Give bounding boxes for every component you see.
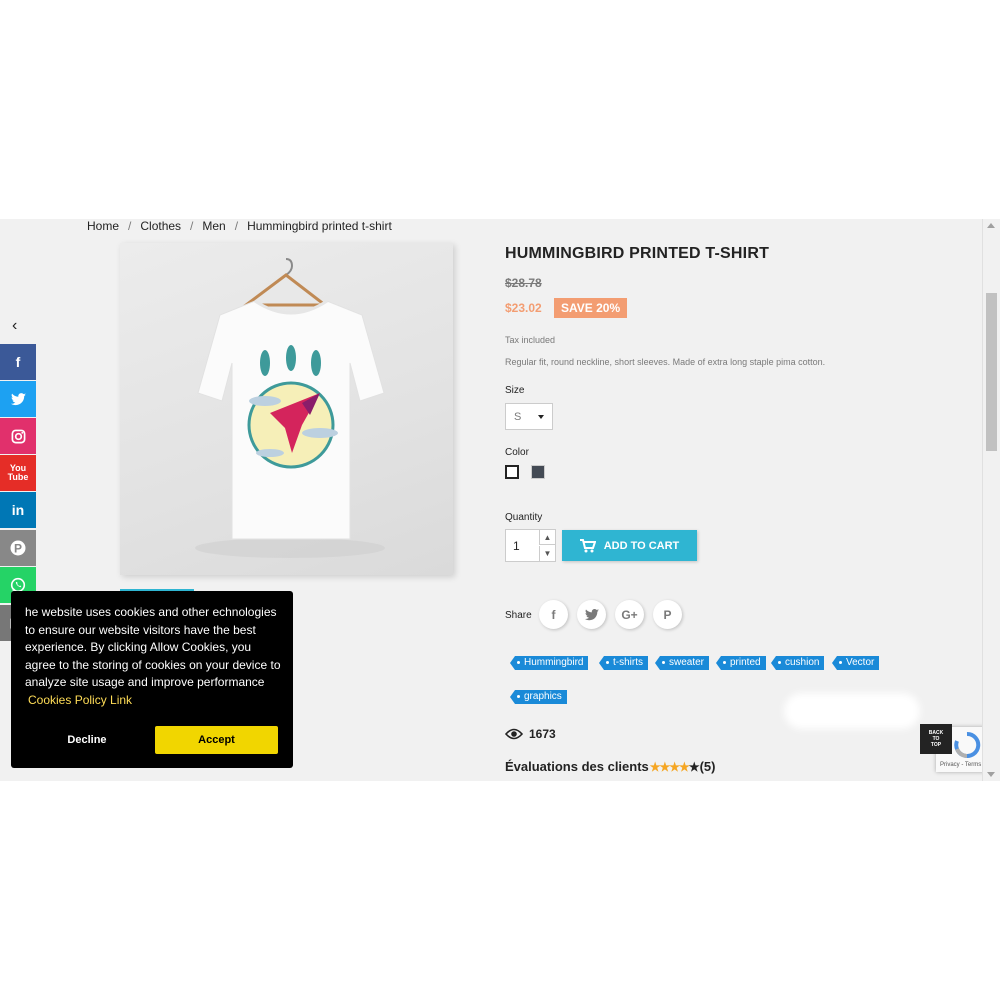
svg-text:P: P bbox=[14, 542, 22, 556]
tag-printed[interactable]: printed bbox=[716, 656, 766, 670]
eye-icon bbox=[505, 728, 523, 740]
tag-vector[interactable]: Vector bbox=[831, 656, 880, 670]
back-to-top-line-3: TOP bbox=[930, 742, 942, 748]
tag-hummingbird[interactable]: Hummingbird bbox=[509, 656, 589, 670]
size-label: Size bbox=[505, 385, 525, 396]
add-to-cart-label: ADD TO CART bbox=[603, 539, 680, 552]
cookie-message: he website uses cookies and other echnol… bbox=[25, 604, 285, 710]
product-title: HUMMINGBIRD PRINTED T-SHIRT bbox=[505, 245, 770, 262]
customer-reviews[interactable]: Évaluations des clients ★★★★ ★ (5) bbox=[505, 759, 715, 774]
product-image[interactable] bbox=[120, 243, 453, 575]
rating-star-empty-icon: ★ bbox=[688, 759, 700, 774]
breadcrumb-separator: / bbox=[128, 219, 132, 233]
quantity-value[interactable]: 1 bbox=[513, 539, 520, 553]
pinterest-icon[interactable]: P bbox=[0, 530, 36, 566]
cookie-policy-link[interactable]: Cookies Policy Link bbox=[28, 693, 132, 707]
current-price: $23.02 bbox=[505, 301, 542, 315]
quantity-label: Quantity bbox=[505, 512, 543, 523]
reviews-label: Évaluations des clients bbox=[505, 759, 649, 774]
recaptcha-terms[interactable]: Privacy - Terms bbox=[940, 762, 981, 768]
scroll-down-arrow-icon[interactable] bbox=[987, 772, 995, 777]
review-count: (5) bbox=[699, 759, 716, 774]
color-label: Color bbox=[505, 447, 529, 458]
tax-note: Tax included bbox=[505, 335, 556, 345]
blurred-overlay bbox=[784, 693, 920, 729]
breadcrumb-current: Hummingbird printed t-shirt bbox=[247, 219, 392, 233]
decline-button[interactable]: Decline bbox=[30, 726, 144, 754]
cookie-text: he website uses cookies and other echnol… bbox=[25, 605, 281, 690]
collapse-arrow-icon[interactable]: ‹ bbox=[12, 317, 17, 335]
breadcrumb-home[interactable]: Home bbox=[87, 219, 119, 233]
quantity-stepper[interactable]: 1 ▲ ▼ bbox=[505, 529, 556, 562]
tag-sweater[interactable]: sweater bbox=[654, 656, 710, 670]
share-twitter-icon[interactable] bbox=[577, 600, 606, 629]
regular-price: $28.78 bbox=[505, 276, 542, 290]
back-to-top-button[interactable]: BACK TO TOP bbox=[920, 724, 952, 754]
share-label: Share bbox=[505, 610, 532, 621]
chevron-up-icon[interactable]: ▲ bbox=[539, 530, 555, 545]
add-to-cart-button[interactable]: ADD TO CART bbox=[562, 530, 697, 561]
twitter-icon[interactable] bbox=[0, 381, 36, 417]
cookie-consent-banner: he website uses cookies and other echnol… bbox=[11, 591, 293, 768]
scroll-up-arrow-icon[interactable] bbox=[987, 223, 995, 228]
tag-graphics[interactable]: graphics bbox=[510, 690, 567, 704]
rating-stars-filled-icon: ★★★★ bbox=[649, 759, 690, 774]
caret-down-icon bbox=[538, 415, 544, 419]
cart-icon bbox=[579, 538, 596, 552]
product-description: Regular fit, round neckline, short sleev… bbox=[505, 357, 826, 367]
recaptcha-icon bbox=[954, 731, 981, 758]
share-google-plus-icon[interactable]: G+ bbox=[615, 600, 644, 629]
breadcrumb-separator: / bbox=[190, 219, 194, 233]
view-count: 1673 bbox=[529, 727, 556, 741]
facebook-icon[interactable]: f bbox=[0, 344, 36, 380]
tshirt-illustration bbox=[195, 258, 385, 558]
breadcrumb-men[interactable]: Men bbox=[202, 219, 225, 233]
breadcrumb-separator: / bbox=[234, 219, 239, 233]
breadcrumb-clothes[interactable]: Clothes bbox=[140, 219, 181, 233]
view-counter: 1673 bbox=[505, 727, 556, 741]
youtube-icon[interactable]: You Tube bbox=[0, 455, 36, 491]
size-select[interactable]: S bbox=[505, 403, 553, 430]
tag-cushion[interactable]: cushion bbox=[770, 656, 825, 670]
color-swatch-white[interactable] bbox=[505, 465, 519, 479]
scrollbar[interactable] bbox=[982, 219, 1000, 781]
tag-t-shirts[interactable]: t-shirts bbox=[599, 656, 648, 670]
size-value: S bbox=[514, 410, 522, 423]
chevron-down-icon[interactable]: ▼ bbox=[539, 546, 555, 561]
color-swatch-dark[interactable] bbox=[531, 465, 545, 479]
instagram-icon[interactable] bbox=[0, 418, 36, 454]
product-page: Home / Clothes / Men / Hummingbird print… bbox=[0, 219, 1000, 781]
share-facebook-icon[interactable]: f bbox=[539, 600, 568, 629]
share-pinterest-icon[interactable]: P bbox=[653, 600, 682, 629]
breadcrumb: Home / Clothes / Men / Hummingbird print… bbox=[87, 219, 392, 233]
accept-button[interactable]: Accept bbox=[155, 726, 278, 754]
discount-badge: SAVE 20% bbox=[554, 298, 628, 318]
linkedin-icon[interactable]: in bbox=[0, 492, 36, 528]
scrollbar-thumb[interactable] bbox=[986, 293, 997, 451]
